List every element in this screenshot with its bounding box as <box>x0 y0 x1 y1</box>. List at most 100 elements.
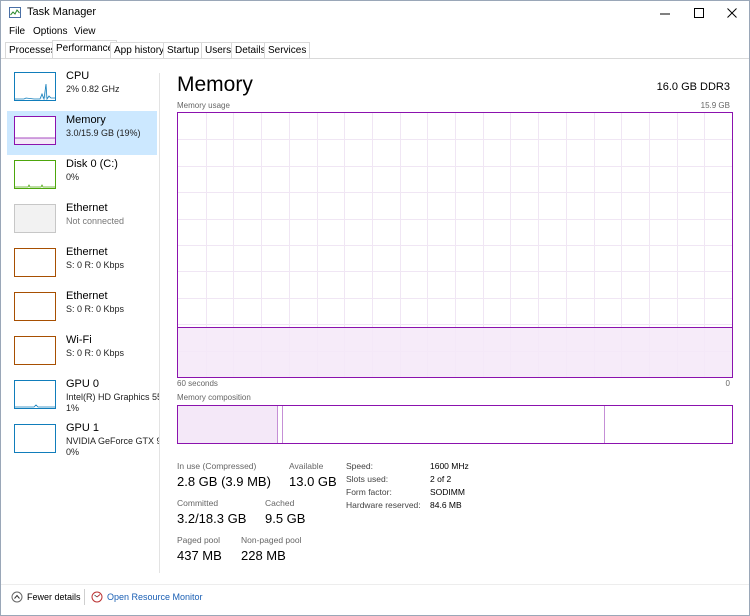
minimize-icon <box>659 13 670 14</box>
non-paged-pool-value: 228 MB <box>241 548 286 563</box>
resource-monitor-icon <box>91 591 103 603</box>
fewer-details-label: Fewer details <box>27 592 81 602</box>
cpu-thumbnail-graph <box>14 72 56 101</box>
spec-speed-label: Speed: <box>346 461 373 471</box>
spec-form-factor-value: SODIMM <box>430 487 465 497</box>
sidebar-item-gpu-0[interactable]: GPU 0 Intel(R) HD Graphics 550 1% <box>7 375 159 419</box>
wifi-thumbnail-graph <box>14 336 56 365</box>
sidebar-sub-ethernet-3: S: 0 R: 0 Kbps <box>66 304 125 314</box>
available-value: 13.0 GB <box>289 474 337 489</box>
disk-thumbnail-graph <box>14 160 56 189</box>
fewer-details-button[interactable]: Fewer details <box>11 591 81 603</box>
paged-pool-label: Paged pool <box>177 535 221 545</box>
gpu-1-usage: 0% <box>66 447 80 457</box>
sidebar-label-disk: Disk 0 (C:) <box>66 158 118 170</box>
menu-file[interactable]: File <box>9 26 25 37</box>
memory-thumbnail-graph <box>14 116 56 145</box>
sidebar-label-ethernet-1: Ethernet <box>66 202 108 214</box>
sidebar-label-wifi: Wi-Fi <box>66 334 92 346</box>
memory-usage-graph <box>177 112 733 378</box>
tab-performance[interactable]: Performance <box>52 40 118 59</box>
sidebar-sub-disk: 0% <box>66 172 80 182</box>
composition-modified <box>278 406 283 443</box>
sidebar-item-memory[interactable]: Memory 3.0/15.9 GB (19%) <box>7 111 157 155</box>
close-button[interactable] <box>715 1 749 25</box>
ethernet-3-thumbnail-graph <box>14 292 56 321</box>
page-title: Memory <box>177 73 253 96</box>
task-manager-window: Task Manager File Options View Processes… <box>0 0 750 616</box>
gpu-0-usage: 1% <box>66 403 80 413</box>
memory-usage-max: 15.9 GB <box>700 101 730 110</box>
sidebar-label-ethernet-2: Ethernet <box>66 246 108 258</box>
maximize-icon <box>693 7 704 18</box>
sidebar-item-cpu[interactable]: CPU 2% 0.82 GHz <box>7 67 157 111</box>
ethernet-2-thumbnail-graph <box>14 248 56 277</box>
sidebar-sub-gpu-0: Intel(R) HD Graphics 550 1% <box>66 392 159 414</box>
committed-value: 3.2/18.3 GB <box>177 511 247 526</box>
ethernet-1-thumbnail-graph <box>14 204 56 233</box>
gpu-1-model: NVIDIA GeForce GTX 950 <box>66 436 159 446</box>
sidebar-sub-ethernet-1: Not connected <box>66 216 125 226</box>
sidebar-sub-ethernet-2: S: 0 R: 0 Kbps <box>66 260 125 270</box>
sidebar-sub-wifi: S: 0 R: 0 Kbps <box>66 348 125 358</box>
memory-composition-label: Memory composition <box>177 393 251 402</box>
maximize-button[interactable] <box>682 1 716 25</box>
sidebar-label-memory: Memory <box>66 114 106 126</box>
memory-usage-area <box>178 327 732 377</box>
in-use-value: 2.8 GB (3.9 MB) <box>177 474 271 489</box>
gpu-0-model: Intel(R) HD Graphics 550 <box>66 392 159 402</box>
cached-value: 9.5 GB <box>265 511 306 526</box>
spec-hardware-reserved-label: Hardware reserved: <box>346 500 421 510</box>
in-use-label: In use (Compressed) <box>177 461 257 471</box>
sidebar-label-gpu-1: GPU 1 <box>66 422 100 434</box>
sidebar-divider <box>159 73 160 573</box>
spec-form-factor-label: Form factor: <box>346 487 392 497</box>
sidebar-item-wifi[interactable]: Wi-Fi S: 0 R: 0 Kbps <box>7 331 157 375</box>
spec-slots-label: Slots used: <box>346 474 389 484</box>
sidebar-sub-memory: 3.0/15.9 GB (19%) <box>66 128 141 138</box>
gpu-1-thumbnail-graph <box>14 424 56 453</box>
sidebar-sub-cpu: 2% 0.82 GHz <box>66 84 120 94</box>
sidebar-sub-gpu-1: NVIDIA GeForce GTX 950 0% <box>66 436 159 458</box>
spec-slots-value: 2 of 2 <box>430 474 452 484</box>
minimize-button[interactable] <box>648 1 682 25</box>
sidebar-item-ethernet-1[interactable]: Ethernet Not connected <box>7 199 157 243</box>
sidebar-item-gpu-1[interactable]: GPU 1 NVIDIA GeForce GTX 950 0% <box>7 419 159 463</box>
gpu-0-thumbnail-graph <box>14 380 56 409</box>
resource-sidebar: CPU 2% 0.82 GHz Memory 3.0/15.9 GB (19%)… <box>1 59 159 574</box>
time-axis-start: 60 seconds <box>177 379 218 388</box>
memory-spec: 16.0 GB DDR3 <box>656 81 730 93</box>
sidebar-item-ethernet-2[interactable]: Ethernet S: 0 R: 0 Kbps <box>7 243 157 287</box>
footer-separator <box>84 589 85 605</box>
window-title: Task Manager <box>27 6 97 18</box>
sidebar-label-gpu-0: GPU 0 <box>66 378 100 390</box>
task-manager-icon <box>9 7 21 18</box>
cached-label: Cached <box>265 498 295 508</box>
sidebar-item-disk[interactable]: Disk 0 (C:) 0% <box>7 155 157 199</box>
tab-users[interactable]: Users <box>201 42 236 58</box>
menu-view[interactable]: View <box>74 26 96 37</box>
close-icon <box>726 7 737 18</box>
title-bar[interactable]: Task Manager <box>1 1 749 25</box>
tab-services[interactable]: Services <box>264 42 311 58</box>
paged-pool-value: 437 MB <box>177 548 222 563</box>
tab-startup[interactable]: Startup <box>163 42 204 58</box>
open-resource-monitor-label: Open Resource Monitor <box>107 592 203 602</box>
non-paged-pool-label: Non-paged pool <box>241 535 302 545</box>
memory-usage-label: Memory usage <box>177 101 230 110</box>
sidebar-label-ethernet-3: Ethernet <box>66 290 108 302</box>
composition-standby-boundary <box>604 406 605 443</box>
sidebar-label-cpu: CPU <box>66 70 90 82</box>
open-resource-monitor-link[interactable]: Open Resource Monitor <box>91 591 203 603</box>
available-label: Available <box>289 461 324 471</box>
composition-in-use <box>178 406 278 443</box>
memory-composition-bar <box>177 405 733 444</box>
sidebar-item-ethernet-3[interactable]: Ethernet S: 0 R: 0 Kbps <box>7 287 157 331</box>
spec-hardware-reserved-value: 84.6 MB <box>430 500 462 510</box>
tab-app-history[interactable]: App history <box>110 42 169 58</box>
menu-options[interactable]: Options <box>33 26 67 37</box>
spec-speed-value: 1600 MHz <box>430 461 469 471</box>
committed-label: Committed <box>177 498 219 508</box>
chevron-up-icon <box>11 591 23 603</box>
time-axis-end: 0 <box>725 379 730 388</box>
